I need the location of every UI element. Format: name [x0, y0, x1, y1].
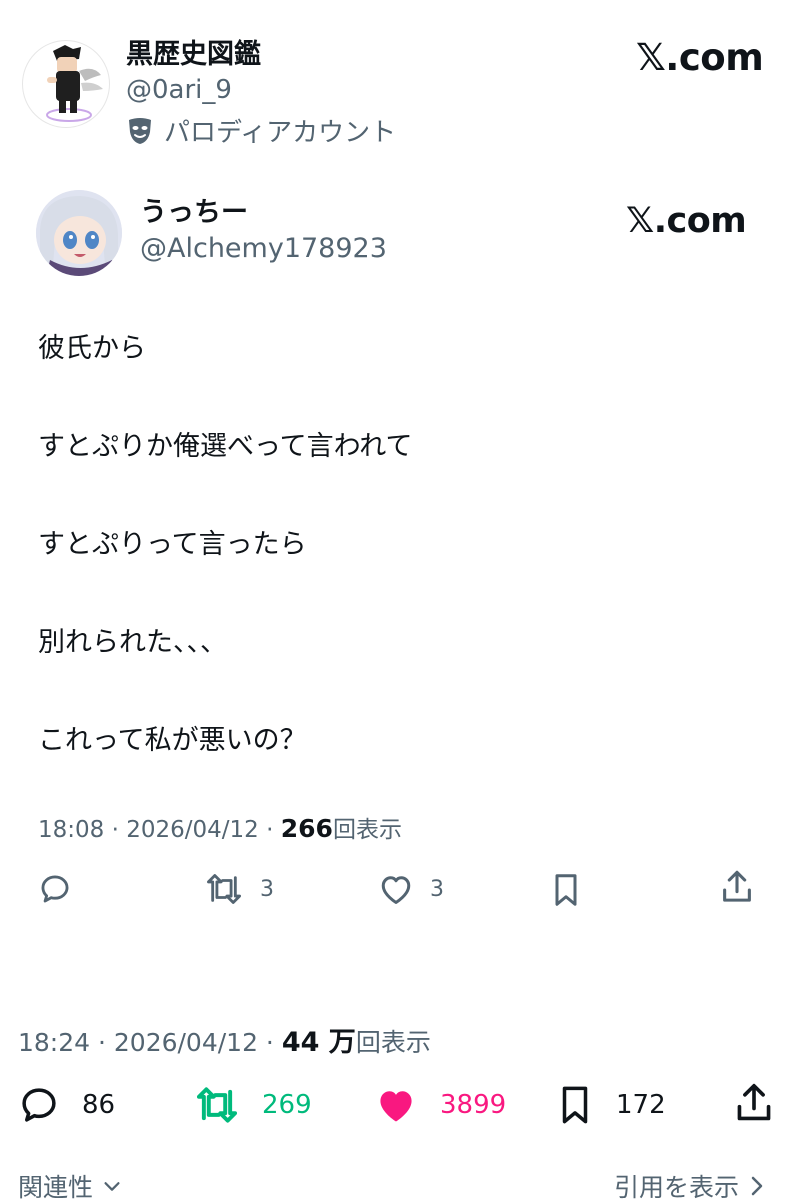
- tweet-text-line: すとぷりか俺選べって言われて: [38, 431, 413, 462]
- quoted-like-button[interactable]: 3: [378, 872, 444, 906]
- tweet-text-line: 別れられた、、、: [38, 627, 227, 658]
- quoted-x-logo[interactable]: 𝕏.com: [626, 200, 747, 242]
- quoted-views-label: 回表示: [332, 817, 402, 843]
- tweet-text-line: 彼氏から: [38, 333, 146, 364]
- outer-x-logo[interactable]: 𝕏.com: [636, 36, 764, 80]
- quoted-like-count: 3: [430, 876, 444, 902]
- main-date[interactable]: 2026/04/12: [114, 1028, 258, 1057]
- main-like-count: 3899: [440, 1090, 507, 1120]
- main-reply-button[interactable]: 86: [18, 1084, 115, 1126]
- main-time[interactable]: 18:24: [18, 1028, 90, 1057]
- quoted-avatar[interactable]: [36, 190, 122, 276]
- tweet-text-line: すとぷりって言ったら: [38, 529, 307, 560]
- main-view-count: 44 万: [281, 1027, 356, 1058]
- quoted-bookmark-button[interactable]: [550, 872, 582, 908]
- main-bookmark-count: 172: [616, 1090, 666, 1120]
- share-icon: [734, 1080, 774, 1126]
- view-quotes-label: 引用を表示: [614, 1173, 740, 1202]
- chevron-down-icon: [101, 1175, 123, 1197]
- heart-icon: [374, 1084, 418, 1126]
- parody-mask-icon: [126, 116, 154, 146]
- main-reply-count: 86: [82, 1090, 116, 1120]
- main-retweet-count: 269: [262, 1090, 312, 1120]
- reply-icon: [18, 1084, 60, 1126]
- heart-icon: [378, 872, 414, 906]
- view-quotes-button[interactable]: 引用を表示: [614, 1168, 767, 1204]
- quoted-handle[interactable]: @Alchemy178923: [140, 232, 387, 266]
- quoted-retweet-count: 3: [260, 876, 274, 902]
- retweet-icon: [204, 872, 244, 906]
- chevron-right-icon: [747, 1174, 767, 1198]
- bookmark-icon: [556, 1084, 594, 1126]
- main-bookmark-button[interactable]: 172: [556, 1084, 666, 1126]
- outer-display-name[interactable]: 黒歴史図鑑: [126, 38, 261, 72]
- quoted-date[interactable]: 2026/04/12: [126, 817, 259, 843]
- quoted-reply-button[interactable]: [38, 872, 72, 906]
- outer-avatar[interactable]: [22, 40, 110, 128]
- quoted-share-button[interactable]: [720, 868, 754, 906]
- retweet-icon: [194, 1084, 240, 1126]
- related-sort-button[interactable]: 関連性: [18, 1168, 123, 1204]
- tweet-text-line: これって私が悪いの？: [38, 725, 307, 756]
- bookmark-icon: [550, 872, 582, 908]
- related-label: 関連性: [18, 1173, 94, 1202]
- parody-label-row: パロディアカウント: [126, 112, 396, 149]
- share-icon: [720, 868, 754, 906]
- main-share-button[interactable]: [734, 1080, 774, 1126]
- reply-icon: [38, 872, 72, 906]
- main-meta: 18:24 · 2026/04/12 · 44 万回表示: [18, 1027, 431, 1058]
- quoted-view-count: 266: [280, 814, 333, 843]
- main-retweet-button[interactable]: 269: [194, 1084, 312, 1126]
- quoted-retweet-button[interactable]: 3: [204, 872, 274, 906]
- quoted-meta: 18:08 · 2026/04/12 · 266回表示: [38, 814, 402, 843]
- main-views-label: 回表示: [355, 1028, 431, 1057]
- quoted-display-name[interactable]: うっちー: [140, 196, 248, 230]
- main-like-button[interactable]: 3899: [374, 1084, 506, 1126]
- parody-label: パロディアカウント: [164, 118, 397, 148]
- outer-handle[interactable]: @0ari_9: [126, 74, 232, 106]
- quoted-time[interactable]: 18:08: [38, 817, 104, 843]
